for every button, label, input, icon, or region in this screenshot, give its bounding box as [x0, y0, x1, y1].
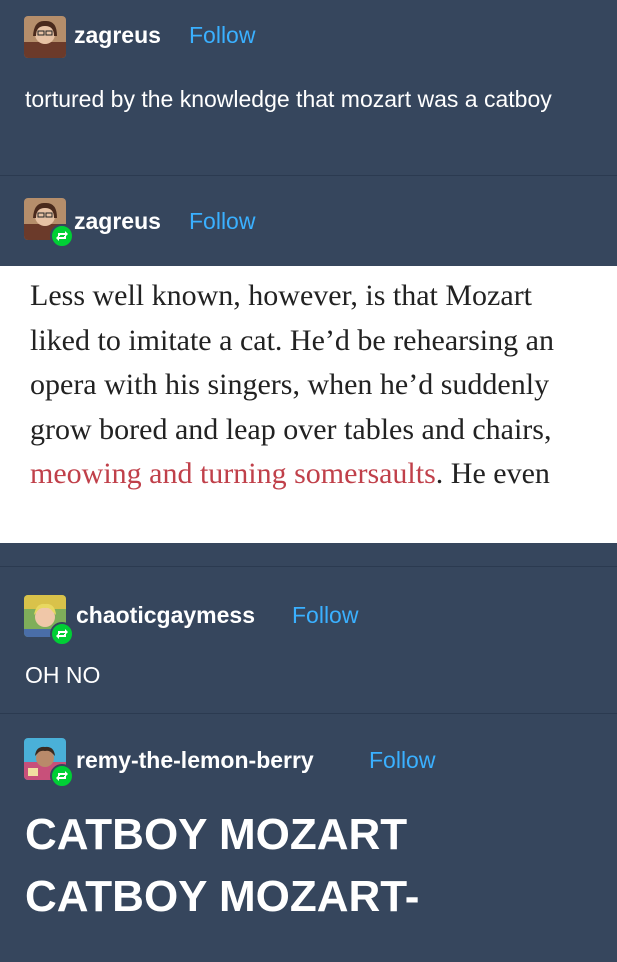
username[interactable]: zagreus: [74, 208, 161, 235]
quote-container: Less well known, however, is that Mozart…: [0, 266, 617, 543]
quoted-excerpt: Less well known, however, is that Mozart…: [0, 266, 617, 543]
quote-text-highlight: meowing and turning somersaults: [30, 457, 436, 491]
quote-text-tail: . He even: [435, 457, 550, 491]
reblog-icon: [50, 622, 74, 646]
follow-button[interactable]: Follow: [292, 602, 358, 629]
post-text: OH NO: [25, 662, 101, 688]
follow-button[interactable]: Follow: [369, 747, 435, 774]
username[interactable]: zagreus: [74, 22, 161, 49]
post-1: zagreus Follow tortured by the knowledge…: [0, 0, 617, 175]
username[interactable]: chaoticgaymess: [76, 602, 255, 629]
post-text: tortured by the knowledge that mozart wa…: [25, 86, 552, 112]
post-text-line-1: CATBOY MOZART: [25, 810, 408, 859]
post-text-line-2: CATBOY MOZART-: [25, 872, 420, 921]
reblog-icon: [50, 764, 74, 788]
post-3: chaoticgaymess Follow OH NO: [0, 567, 617, 713]
follow-button[interactable]: Follow: [189, 208, 255, 235]
username[interactable]: remy-the-lemon-berry: [76, 747, 314, 774]
quote-text-plain: Less well known, however, is that Mozart…: [30, 279, 554, 446]
follow-button[interactable]: Follow: [189, 22, 255, 49]
quote-text: Less well known, however, is that Mozart…: [30, 274, 590, 497]
reblog-icon: [50, 224, 74, 248]
post-2: zagreus Follow: [0, 176, 617, 266]
post-4: remy-the-lemon-berry Follow CATBOY MOZAR…: [0, 714, 617, 962]
avatar[interactable]: [24, 16, 66, 58]
